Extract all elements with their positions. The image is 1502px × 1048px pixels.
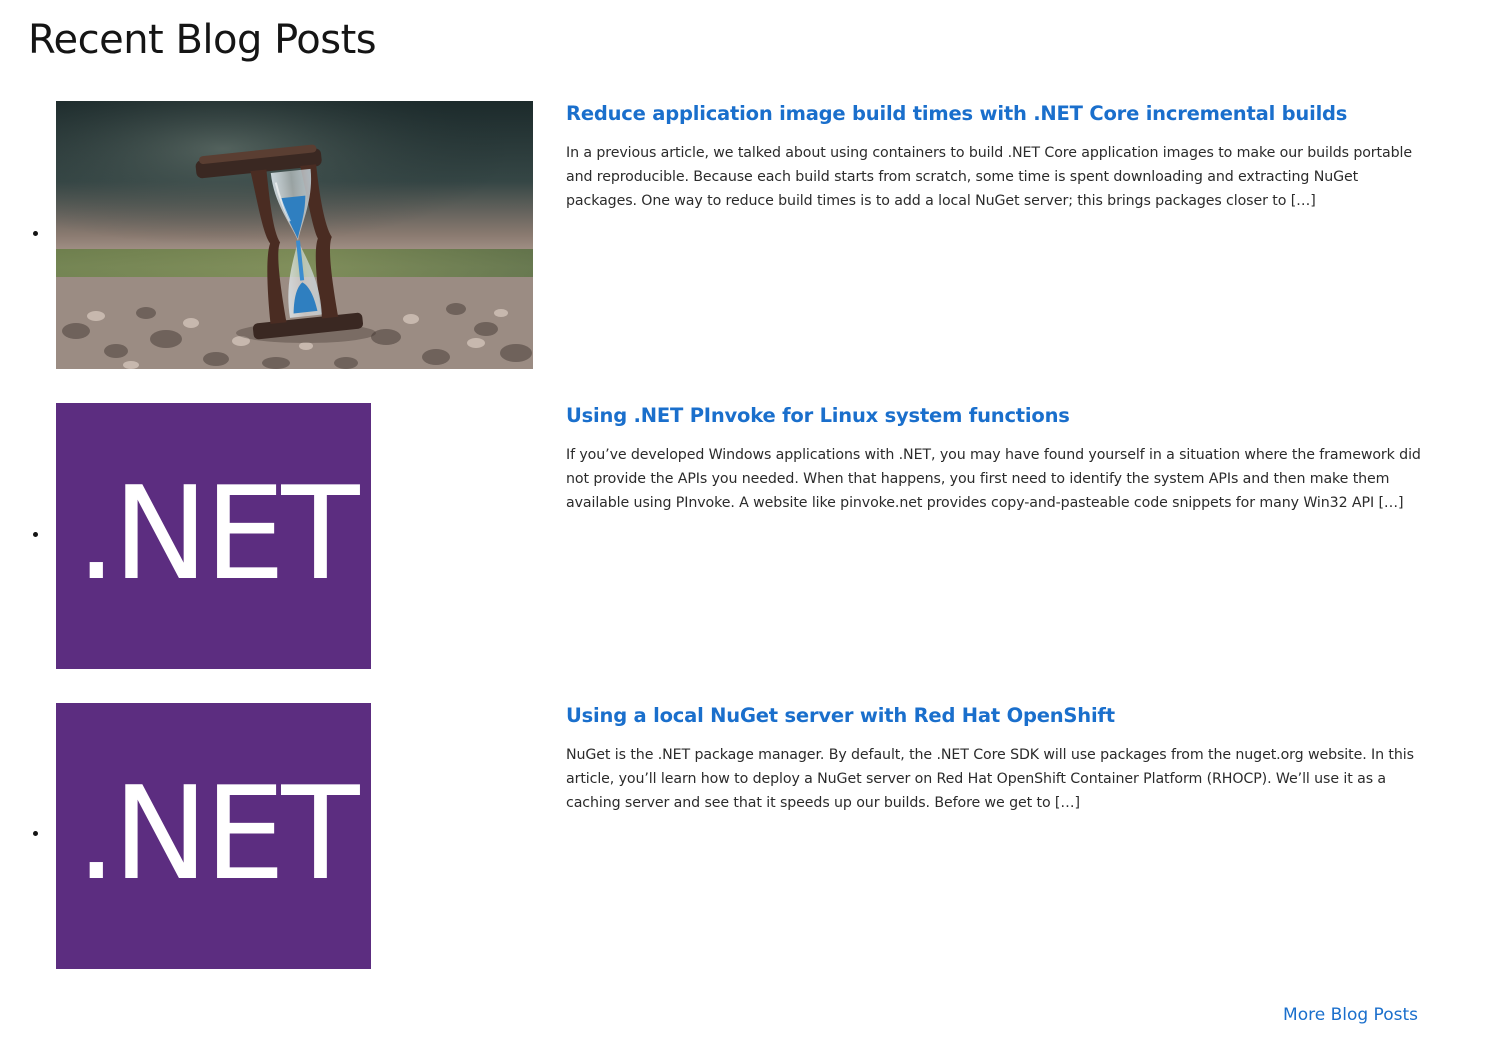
dotnet-logo: .NET (76, 760, 359, 909)
more-blog-posts-link[interactable]: More Blog Posts (1283, 1003, 1418, 1027)
post-thumbnail-dotnet[interactable]: .NET (56, 703, 371, 969)
page-title: Recent Blog Posts (28, 17, 377, 63)
post-excerpt: If you’ve developed Windows applications… (566, 447, 1421, 511)
dotnet-logo: .NET (76, 460, 359, 609)
post-body: Using a local NuGet server with Red Hat … (566, 703, 1424, 815)
post-body: Using .NET PInvoke for Linux system func… (566, 403, 1424, 515)
hourglass-photo (56, 101, 533, 369)
post-body: Reduce application image build times wit… (566, 101, 1424, 213)
post-title-link[interactable]: Using .NET PInvoke for Linux system func… (566, 403, 1424, 429)
list-bullet (33, 532, 38, 537)
post-thumbnail-hourglass[interactable] (56, 101, 533, 369)
post-excerpt: NuGet is the .NET package manager. By de… (566, 747, 1414, 811)
post-title-link[interactable]: Using a local NuGet server with Red Hat … (566, 703, 1424, 729)
list-bullet (33, 231, 38, 236)
post-thumbnail-dotnet[interactable]: .NET (56, 403, 371, 669)
post-title-link[interactable]: Reduce application image build times wit… (566, 101, 1424, 127)
list-bullet (33, 831, 38, 836)
post-excerpt: In a previous article, we talked about u… (566, 145, 1412, 209)
